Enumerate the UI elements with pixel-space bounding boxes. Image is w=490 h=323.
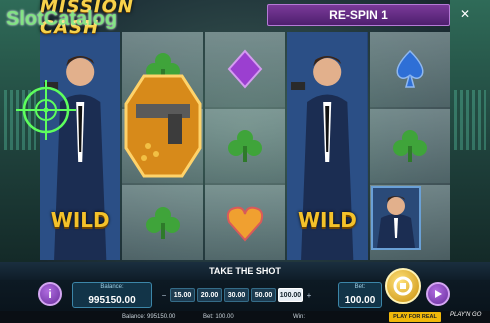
status-balance: Balance: 995150.00 <box>122 314 176 320</box>
spade-icon <box>396 50 424 89</box>
bet-display: Bet: 100.00 <box>338 282 382 308</box>
play-for-real-button[interactable]: PLAY FOR REAL <box>389 312 441 322</box>
club-symbol <box>122 185 203 261</box>
balance-value: 995150.00 <box>88 295 136 306</box>
autoplay-button[interactable] <box>426 282 450 306</box>
respin-banner: RE-SPIN 1 <box>267 4 450 26</box>
bet-option-selected[interactable]: 100.00 <box>278 288 303 302</box>
heart-symbol <box>204 185 286 261</box>
agent-icon <box>377 196 415 248</box>
play-icon <box>435 290 442 298</box>
club-icon <box>145 206 180 239</box>
close-icon[interactable]: ✕ <box>455 4 475 24</box>
club-symbol <box>369 108 451 184</box>
balance-display: Balance: 995150.00 <box>72 282 152 308</box>
status-bet: Bet: 100.00 <box>203 314 234 320</box>
agent-portrait <box>371 186 421 250</box>
balance-label: Balance: <box>100 284 124 290</box>
gun-icon <box>124 74 202 178</box>
info-button[interactable]: i <box>38 282 62 306</box>
bet-selector: − 15.00 20.00 30.00 50.00 100.00 + <box>160 287 320 303</box>
club-symbol <box>204 108 286 184</box>
provider-logo: PLAY'N GO <box>450 312 482 318</box>
bet-option[interactable]: 15.00 <box>170 288 195 302</box>
wild-label: WILD <box>50 208 110 232</box>
reel-4: WILD <box>287 32 368 260</box>
wild-agent-symbol: WILD <box>40 32 121 260</box>
bet-option[interactable]: 50.00 <box>251 288 276 302</box>
heart-icon <box>226 206 264 242</box>
club-icon <box>228 130 263 162</box>
spin-button[interactable] <box>385 268 421 304</box>
diamond-icon <box>227 49 263 89</box>
bet-value: 100.00 <box>344 295 376 306</box>
bet-option[interactable]: 30.00 <box>224 288 249 302</box>
bet-decrease-button[interactable]: − <box>160 291 168 300</box>
diamond-symbol <box>204 32 286 107</box>
game-stage: WILD WILD MISSION CASH SlotCatalog RE-SP… <box>0 0 490 323</box>
wild-agent-symbol: WILD <box>287 32 368 260</box>
crosshair-icon <box>16 80 76 140</box>
bet-increase-button[interactable]: + <box>305 291 313 300</box>
status-win: Win: <box>293 314 305 320</box>
spin-icon <box>393 276 413 296</box>
spade-symbol <box>369 32 451 107</box>
reel-3 <box>204 32 286 261</box>
control-room-right <box>450 0 490 262</box>
club-icon <box>392 130 427 162</box>
bet-option[interactable]: 20.00 <box>197 288 222 302</box>
wild-label: WILD <box>297 208 357 232</box>
bet-label: Bet: <box>354 284 366 290</box>
watermark: SlotCatalog <box>6 8 118 30</box>
reel-1: WILD <box>40 32 121 260</box>
